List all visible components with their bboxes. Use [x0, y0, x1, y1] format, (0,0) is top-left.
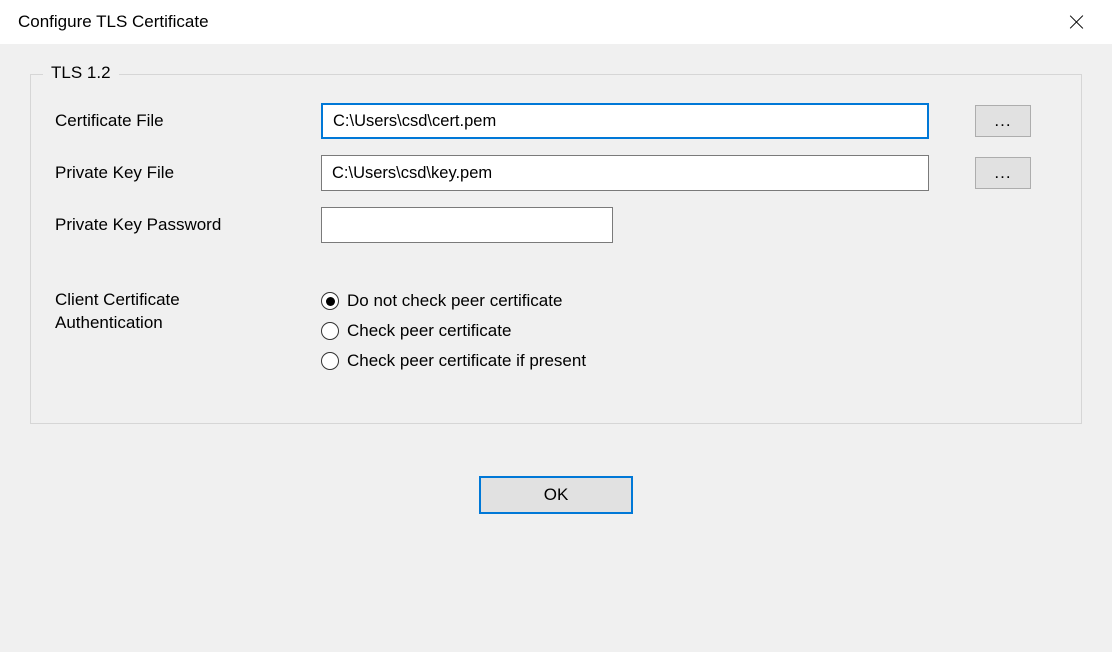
dialog-content: TLS 1.2 Certificate File ... Private Key… — [0, 44, 1112, 652]
ok-button[interactable]: OK — [479, 476, 633, 514]
titlebar: Configure TLS Certificate — [0, 0, 1112, 44]
row-key-file: Private Key File ... — [55, 155, 1051, 191]
label-client-auth-text: Client Certificate Authentication — [55, 289, 225, 335]
radio-icon — [321, 292, 339, 310]
key-file-browse-button[interactable]: ... — [975, 157, 1031, 189]
close-icon[interactable] — [1070, 15, 1084, 29]
radio-label: Check peer certificate if present — [347, 351, 586, 371]
row-client-auth: Client Certificate Authentication Do not… — [55, 289, 1051, 371]
groupbox-title: TLS 1.2 — [43, 63, 119, 83]
row-key-password: Private Key Password — [55, 207, 1051, 243]
radio-icon — [321, 352, 339, 370]
tls-groupbox: TLS 1.2 Certificate File ... Private Key… — [30, 74, 1082, 424]
label-key-password: Private Key Password — [55, 215, 321, 235]
radio-check-peer[interactable]: Check peer certificate — [321, 321, 586, 341]
radio-label: Do not check peer certificate — [347, 291, 562, 311]
key-password-input[interactable] — [321, 207, 613, 243]
key-file-input[interactable] — [321, 155, 929, 191]
window-title: Configure TLS Certificate — [18, 12, 209, 32]
radio-icon — [321, 322, 339, 340]
label-client-auth: Client Certificate Authentication — [55, 289, 321, 335]
label-key-file: Private Key File — [55, 163, 321, 183]
radio-check-if-present[interactable]: Check peer certificate if present — [321, 351, 586, 371]
label-cert-file: Certificate File — [55, 111, 321, 131]
button-row: OK — [30, 476, 1082, 514]
radio-label: Check peer certificate — [347, 321, 511, 341]
radio-do-not-check[interactable]: Do not check peer certificate — [321, 291, 586, 311]
cert-file-browse-button[interactable]: ... — [975, 105, 1031, 137]
cert-file-input[interactable] — [321, 103, 929, 139]
client-auth-radio-group: Do not check peer certificate Check peer… — [321, 289, 586, 371]
row-cert-file: Certificate File ... — [55, 103, 1051, 139]
